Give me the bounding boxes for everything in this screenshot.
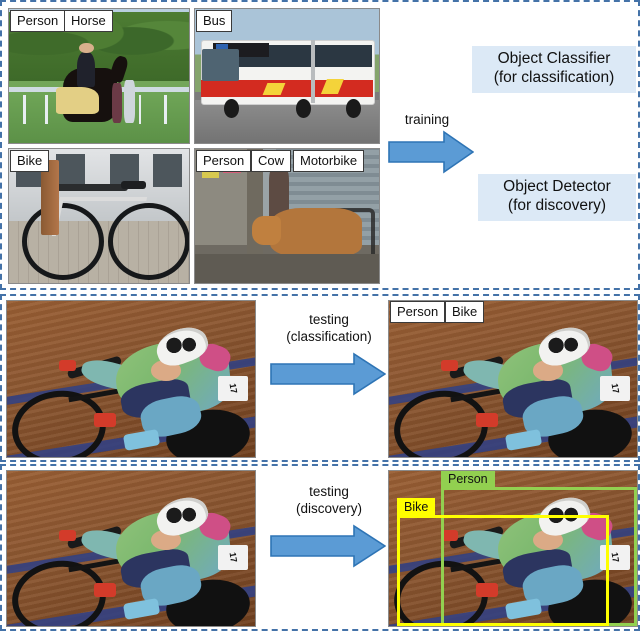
predicted-label-bike: Bike: [445, 301, 485, 323]
testing-discovery-process-line2: (discovery): [295, 501, 362, 516]
detection-box-bike: [397, 515, 609, 626]
testing-discovery-input-image: 17: [6, 470, 256, 627]
detection-label-person: Person: [441, 471, 495, 490]
training-label-horse: Horse: [64, 10, 113, 32]
output-object-detector: Object Detector (for discovery): [478, 174, 636, 221]
training-process-label: training: [404, 112, 450, 127]
testing-classification-process-line1: testing: [309, 312, 349, 327]
testing-classification-panel: 17 testing (classification) 17 Person Bi…: [0, 294, 640, 462]
testing-classification-input-image: 17: [6, 300, 256, 458]
training-panel: Person Horse Bus Bike Person Cow Motorbi…: [0, 0, 640, 290]
object-detector-line2: (for discovery): [507, 196, 607, 214]
testing-classification-output-image: 17: [388, 300, 638, 458]
training-label-cow: Cow: [251, 150, 292, 172]
testing-classification-arrow: [270, 352, 386, 396]
testing-classification-process-line2: (classification): [286, 329, 372, 344]
training-label-bike: Bike: [10, 150, 50, 172]
pipeline-figure: Person Horse Bus Bike Person Cow Motorbi…: [0, 0, 640, 631]
testing-discovery-process-line1: testing: [309, 484, 349, 499]
object-classifier-line1: Object Classifier: [497, 50, 611, 67]
training-label-person-2: Person: [196, 150, 252, 172]
training-label-motorbike: Motorbike: [293, 150, 365, 172]
training-label-bus: Bus: [196, 10, 233, 32]
training-arrow: [388, 130, 474, 174]
training-label-person-1: Person: [10, 10, 66, 32]
predicted-label-person: Person: [390, 301, 446, 323]
object-detector-line1: Object Detector: [503, 178, 611, 195]
output-object-classifier: Object Classifier (for classification): [472, 46, 636, 93]
testing-discovery-arrow: [270, 524, 386, 568]
testing-discovery-output-image: 17 Person Bike: [388, 470, 638, 627]
testing-discovery-panel: 17 testing (discovery) 17 Person Bike: [0, 464, 640, 631]
object-classifier-line2: (for classification): [493, 68, 615, 86]
detection-label-bike: Bike: [397, 498, 436, 518]
